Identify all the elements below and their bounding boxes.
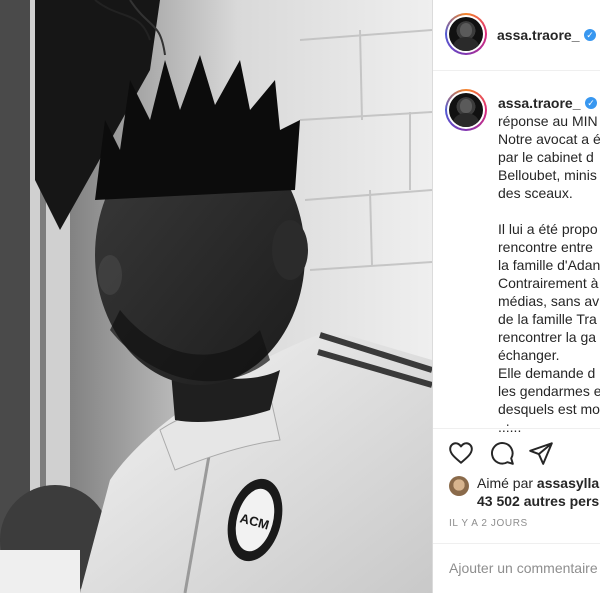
liked-by-prefix: Aimé par [477,475,537,491]
post-timestamp[interactable]: IL Y A 2 JOURS [449,518,528,529]
caption-line: Il lui a été propo [498,221,598,237]
actions-divider [433,428,600,429]
caption-line: la famille d'Adan [498,257,600,273]
header-username[interactable]: assa.traore_ [497,27,580,43]
comment-icon[interactable] [489,440,515,466]
caption-line: rencontre entre [498,239,593,255]
liker-avatar[interactable] [449,476,469,496]
header-divider [433,70,600,71]
caption-avatar[interactable] [445,89,487,131]
caption-line: des sceaux. [498,185,573,201]
caption-line: les gendarmes e [498,383,600,399]
share-icon[interactable] [528,440,554,466]
caption-username[interactable]: assa.traore_ [498,95,581,111]
caption-line: Elle demande d [498,365,596,381]
liked-by-user[interactable]: assasylla [537,475,599,491]
caption-line: ..:... [498,419,522,435]
profile-avatar-icon [449,17,483,51]
caption-line: rencontrer la ga [498,329,597,345]
caption-line: Belloubet, minis [498,167,597,183]
profile-avatar-icon [449,93,483,127]
caption-line: desquels est mo [498,401,600,417]
verified-badge-icon: ✓ [584,29,596,41]
comment-divider [433,543,600,544]
comment-input[interactable] [449,558,600,578]
caption-line: réponse au MIN [498,113,598,129]
caption-line: Contrairement à [498,275,599,291]
caption-line: médias, sans av [498,293,600,309]
header-avatar[interactable] [445,13,487,55]
verified-badge-icon: ✓ [585,97,597,109]
liked-by-text: Aimé par assasylla [477,475,599,491]
caption-line: Notre avocat a é [498,131,600,147]
caption-text: réponse au MIN Notre avocat a é par le c… [498,112,600,436]
likes-count[interactable]: 43 502 autres pers [477,493,599,509]
post-photo-illustration: ACM [0,0,432,593]
caption-line: par le cabinet d [498,149,594,165]
caption-line: de la famille Tra [498,311,597,327]
caption-line: échanger. [498,347,560,363]
heart-icon[interactable] [448,440,474,466]
post-image[interactable]: ACM [0,0,432,593]
